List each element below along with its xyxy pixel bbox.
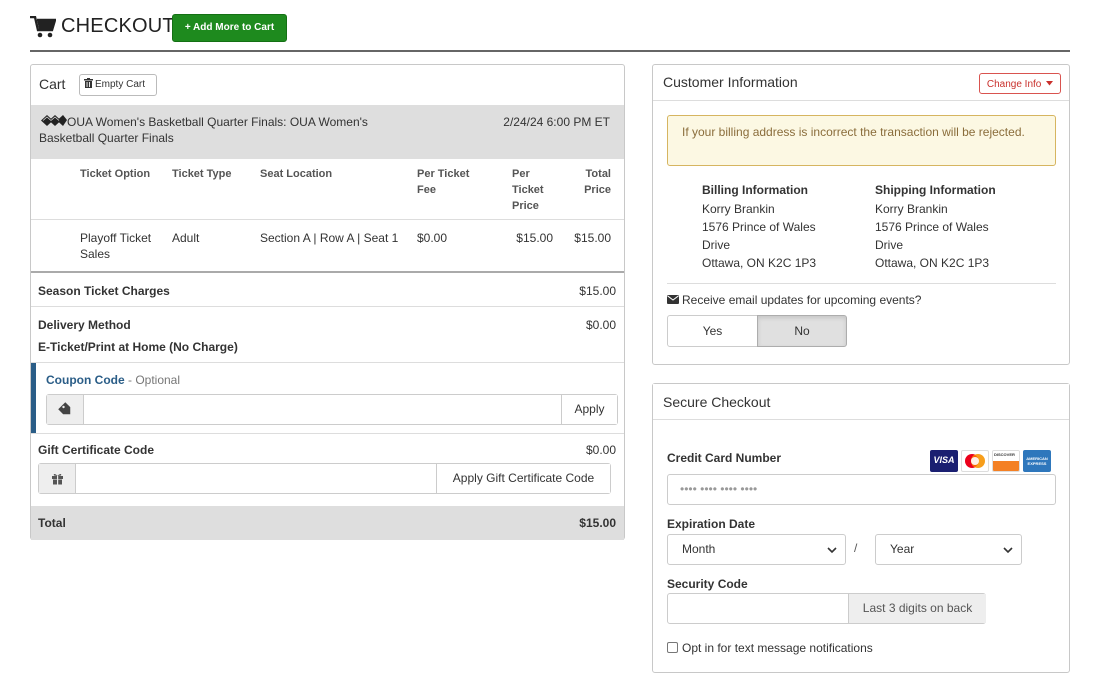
col-ticket-type: Ticket Type [172, 168, 232, 180]
cart-panel: Cart Empty Cart OUA Women's Basketball Q… [30, 64, 625, 540]
event-date: 2/24/24 6:00 PM ET [503, 115, 610, 129]
discover-icon: DISCOVER [992, 450, 1020, 472]
cart-header: Cart Empty Cart [31, 65, 624, 105]
col-seat-location: Seat Location [260, 168, 333, 180]
shipping-heading: Shipping Information [875, 183, 996, 197]
item-total-price: $15.00 [574, 231, 611, 245]
shipping-street1: 1576 Prince of Wales [875, 220, 989, 234]
chevron-down-icon [1003, 547, 1013, 554]
shipping-name: Korry Brankin [875, 202, 948, 216]
apply-coupon-button[interactable]: Apply [561, 395, 617, 424]
security-code-input[interactable] [668, 594, 848, 623]
sms-opt-in-label: Opt in for text message notifications [682, 641, 873, 655]
item-seat-location: Section A | Row A | Seat 1 [260, 231, 399, 245]
customer-title: Customer Information [663, 74, 798, 90]
add-more-to-cart-button[interactable]: + Add More to Cart [172, 14, 287, 42]
item-per-ticket-fee: $0.00 [417, 231, 448, 245]
envelope-icon [667, 293, 679, 304]
shipping-street2: Drive [875, 238, 904, 252]
mastercard-icon [961, 450, 989, 472]
delivery-method-value: E-Ticket/Print at Home (No Charge) [38, 340, 238, 354]
card-number-input[interactable]: •••• •••• •••• •••• [667, 474, 1056, 505]
gift-certificate-amount: $0.00 [585, 443, 616, 457]
coupon-label: Coupon Code - Optional [46, 373, 181, 387]
billing-alert: If your billing address is incorrect the… [667, 115, 1056, 166]
billing-city: Ottawa, ON K2C 1P3 [702, 256, 817, 270]
email-updates-no-button[interactable]: No [757, 315, 847, 347]
col-per-ticket-price: Per Ticket Price [512, 168, 544, 212]
billing-street2: Drive [702, 238, 731, 252]
coupon-input[interactable] [84, 395, 561, 424]
trash-icon [84, 76, 93, 88]
expiration-month-select[interactable]: Month [667, 534, 846, 565]
gift-certificate-input-group: Apply Gift Certificate Code [38, 463, 611, 494]
total-amount: $15.00 [579, 516, 616, 530]
date-separator: / [854, 541, 858, 555]
tag-icon [47, 395, 84, 424]
divider [31, 219, 624, 220]
delivery-method-label: Delivery Method [38, 318, 131, 332]
card-number-label: Credit Card Number [667, 451, 782, 465]
email-updates-question: Receive email updates for upcoming event… [667, 293, 921, 307]
visa-icon: VISA [930, 450, 958, 472]
change-info-button[interactable]: Change Info [979, 73, 1061, 94]
col-total-price: Total Price [584, 168, 611, 196]
apply-gift-certificate-button[interactable]: Apply Gift Certificate Code [436, 464, 610, 493]
empty-cart-label: Empty Cart [95, 79, 146, 90]
empty-cart-button[interactable]: Empty Cart [79, 74, 157, 96]
expiration-year-select[interactable]: Year [875, 534, 1022, 565]
customer-information-panel: Customer Information Change Info If your… [652, 64, 1070, 365]
billing-street1: 1576 Prince of Wales [702, 220, 816, 234]
billing-heading: Billing Information [702, 183, 808, 197]
col-ticket-option: Ticket Option [80, 168, 151, 180]
checkout-header: CHECKOUT + Add More to Cart [30, 12, 1070, 52]
secure-checkout-panel: Secure Checkout Credit Card Number VISA … [652, 383, 1070, 673]
sms-opt-in-checkbox[interactable] [667, 642, 678, 653]
customer-header: Customer Information Change Info [653, 65, 1069, 101]
sms-opt-in[interactable]: Opt in for text message notifications [667, 641, 873, 655]
coupon-optional-label: - Optional [124, 373, 181, 387]
total-row: Total $15.00 [31, 506, 624, 540]
delivery-amount: $0.00 [585, 318, 616, 332]
billing-name: Korry Brankin [702, 202, 775, 216]
page-title: CHECKOUT [61, 15, 175, 37]
expiration-date-label: Expiration Date [667, 517, 756, 531]
email-updates-yes-button[interactable]: Yes [667, 315, 758, 347]
chevron-down-icon [827, 547, 837, 554]
divider [31, 433, 624, 434]
security-code-label: Security Code [667, 577, 748, 591]
event-row: OUA Women's Basketball Quarter Finals: O… [31, 105, 624, 159]
shopping-cart-icon [30, 16, 56, 38]
divider [31, 306, 624, 307]
security-code-hint: Last 3 digits on back [848, 594, 986, 623]
event-name: OUA Women's Basketball Quarter Finals: O… [39, 115, 368, 145]
item-per-ticket-price: $15.00 [516, 231, 553, 245]
secure-checkout-header: Secure Checkout [653, 384, 1069, 420]
change-info-label: Change Info [986, 79, 1042, 90]
col-per-ticket-fee: Per Ticket Fee [417, 168, 470, 196]
total-label: Total [38, 516, 66, 530]
secure-checkout-title: Secure Checkout [663, 394, 771, 410]
shipping-city: Ottawa, ON K2C 1P3 [875, 256, 990, 270]
gift-certificate-label: Gift Certificate Code [38, 443, 155, 457]
gift-icon [39, 464, 76, 493]
season-charges-amount: $15.00 [579, 284, 616, 298]
caret-down-icon [1046, 74, 1054, 86]
cart-title: Cart [39, 76, 66, 92]
security-code-group: Last 3 digits on back [667, 593, 986, 624]
year-value: Year [890, 542, 915, 556]
gift-certificate-input[interactable] [76, 464, 436, 493]
season-charges-label: Season Ticket Charges [38, 284, 170, 298]
coupon-input-group: Apply [46, 394, 618, 425]
item-ticket-option: Playoff Ticket Sales [80, 231, 152, 261]
section-divider [31, 271, 624, 273]
month-value: Month [682, 542, 716, 556]
item-ticket-type: Adult [172, 231, 200, 245]
amex-icon: AMERICAN EXPRESS [1023, 450, 1051, 472]
coupon-section: Coupon Code - Optional Apply [31, 363, 624, 433]
divider [667, 283, 1056, 284]
